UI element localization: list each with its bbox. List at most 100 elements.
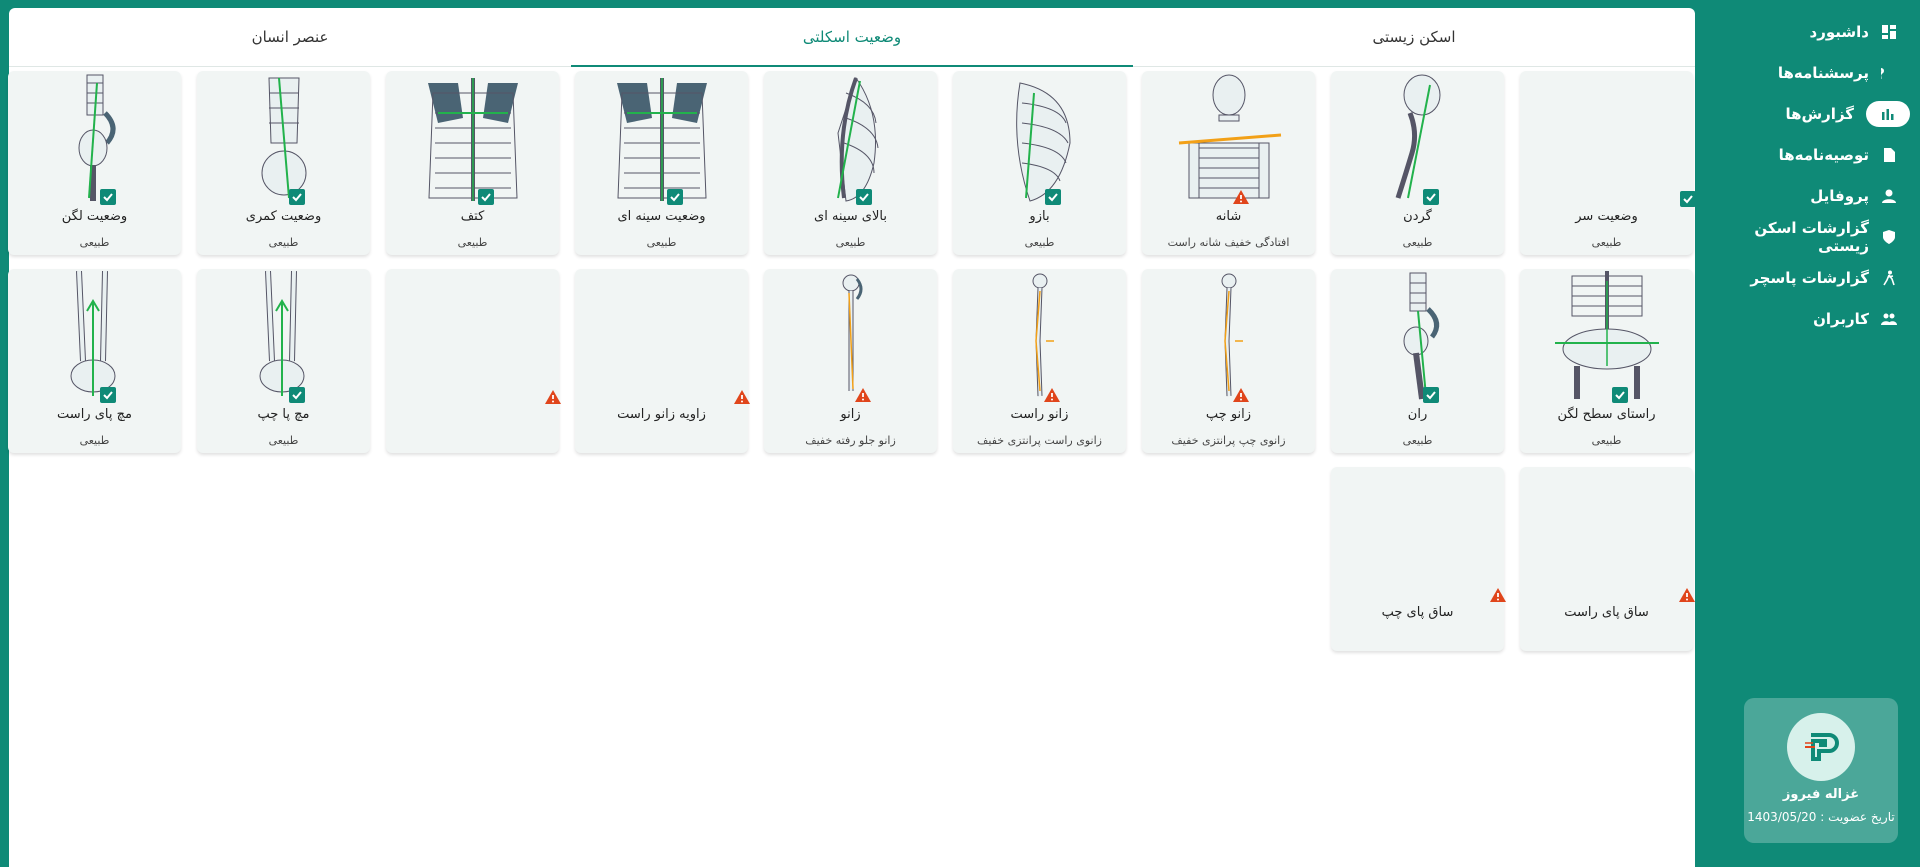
posture-icon bbox=[1881, 270, 1897, 286]
report-card[interactable]: زاویه زانو راست bbox=[575, 269, 751, 453]
skeleton-figure bbox=[816, 73, 886, 207]
report-card[interactable]: وضعیت سینه ای طبیعی bbox=[575, 71, 748, 255]
report-card[interactable]: کتف طبیعی bbox=[386, 71, 559, 255]
card-status: طبیعی bbox=[79, 236, 110, 249]
sidebar-item-label: داشبورد bbox=[1809, 23, 1869, 41]
question-icon: ? bbox=[1881, 65, 1897, 81]
card-title: بازو bbox=[1029, 209, 1050, 224]
avatar bbox=[1787, 713, 1855, 781]
logo-icon bbox=[1805, 733, 1839, 761]
card-title: زانو bbox=[840, 407, 861, 422]
tab-human-element[interactable]: عنصر انسان bbox=[9, 8, 571, 66]
card-title: ساق پای چپ bbox=[1381, 605, 1454, 620]
check-icon bbox=[1680, 191, 1696, 207]
report-card[interactable]: مچ پای راست طبیعی bbox=[8, 269, 181, 453]
main-panel: اسکن زیستی وضعیت اسکلتی عنصر انسان وضعیت… bbox=[8, 8, 1696, 867]
card-title: راستای سطح لگن bbox=[1557, 407, 1656, 422]
sidebar-item-label: پرسشنامه‌ها bbox=[1777, 64, 1869, 82]
sidebar-item-label: گزارشات اسکن زیستی bbox=[1754, 219, 1869, 255]
report-card[interactable]: راستای سطح لگن طبیعی bbox=[1520, 269, 1693, 453]
card-title: ساق پای راست bbox=[1564, 605, 1649, 620]
card-title: زاویه زانو راست bbox=[617, 407, 706, 422]
card-title: گردن bbox=[1403, 209, 1432, 224]
card-title: کتف bbox=[460, 209, 485, 224]
tab-bar: اسکن زیستی وضعیت اسکلتی عنصر انسان bbox=[9, 8, 1695, 67]
card-title: بالای سینه ای bbox=[814, 209, 887, 224]
warning-icon bbox=[1044, 387, 1061, 403]
report-card[interactable]: زانو راست زانوی راست پرانتزی خفیف bbox=[953, 269, 1126, 453]
card-status: طبیعی bbox=[1024, 236, 1055, 249]
sidebar-item-question[interactable]: ? پرسشنامه‌ها bbox=[1715, 54, 1910, 92]
sidebar-item-document[interactable]: توصیه‌نامه‌ها bbox=[1715, 136, 1910, 174]
card-status: افتادگی خفیف شانه راست bbox=[1167, 236, 1290, 249]
report-card[interactable]: مچ پا چپ طبیعی bbox=[197, 269, 370, 453]
report-card[interactable]: وضعیت لگن طبیعی bbox=[8, 71, 181, 255]
sidebar-item-chart[interactable]: گزارش‌ها bbox=[1715, 95, 1910, 133]
card-status: طبیعی bbox=[646, 236, 677, 249]
card-status: طبیعی bbox=[268, 434, 299, 447]
report-card[interactable]: ساق پای راست bbox=[1520, 467, 1696, 651]
skeleton-figure bbox=[413, 73, 533, 207]
skeleton-figure bbox=[65, 270, 125, 405]
card-status: زانو جلو رفته خفیف bbox=[805, 434, 896, 447]
report-card[interactable]: وضعیت کمری طبیعی bbox=[197, 71, 370, 255]
sidebar-item-label: کاربران bbox=[1813, 310, 1869, 328]
report-card[interactable]: شانه افتادگی خفیف شانه راست bbox=[1142, 71, 1315, 255]
check-icon bbox=[856, 189, 872, 205]
report-card[interactable]: بالای سینه ای طبیعی bbox=[764, 71, 937, 255]
person-icon bbox=[1881, 188, 1897, 204]
card-title: زانو راست bbox=[1010, 407, 1069, 422]
card-status: طبیعی bbox=[1402, 236, 1433, 249]
svg-text:?: ? bbox=[1881, 65, 1885, 81]
card-status: طبیعی bbox=[1591, 434, 1622, 447]
chart-icon bbox=[1866, 101, 1910, 127]
card-status: طبیعی bbox=[835, 236, 866, 249]
sidebar-item-dashboard[interactable]: داشبورد bbox=[1715, 13, 1910, 51]
card-status: طبیعی bbox=[1591, 236, 1622, 249]
sidebar-item-label: پروفایل bbox=[1810, 187, 1869, 205]
user-name: غزاله فیروز bbox=[1782, 787, 1860, 802]
card-status: طبیعی bbox=[79, 434, 110, 447]
card-status: زانوی چپ پرانتزی خفیف bbox=[1171, 434, 1286, 447]
report-card[interactable]: وضعیت سر طبیعی bbox=[1520, 71, 1696, 255]
check-icon bbox=[100, 189, 116, 205]
tab-skeletal-status[interactable]: وضعیت اسکلتی bbox=[571, 8, 1133, 67]
sidebar-item-posture[interactable]: گزارشات پاسچر bbox=[1715, 259, 1910, 297]
card-title: ران bbox=[1407, 407, 1428, 422]
sidebar-item-label: گزارش‌ها bbox=[1785, 105, 1854, 123]
sidebar-item-label: گزارشات پاسچر bbox=[1750, 269, 1869, 287]
card-title: وضعیت کمری bbox=[245, 209, 322, 224]
report-card[interactable]: ساق پای چپ bbox=[1331, 467, 1506, 651]
report-card[interactable]: زانو چپ زانوی چپ پرانتزی خفیف bbox=[1142, 269, 1315, 453]
check-icon bbox=[289, 189, 305, 205]
sidebar-item-users[interactable]: کاربران bbox=[1715, 300, 1910, 338]
report-card[interactable] bbox=[386, 269, 562, 453]
warning-icon bbox=[1679, 587, 1696, 603]
check-icon bbox=[289, 387, 305, 403]
warning-icon bbox=[545, 389, 562, 405]
check-icon bbox=[1045, 189, 1061, 205]
report-card[interactable]: گردن طبیعی bbox=[1331, 71, 1504, 255]
card-title: وضعیت سینه ای bbox=[617, 209, 706, 224]
skeleton-figure bbox=[1547, 271, 1667, 405]
dashboard-icon bbox=[1881, 24, 1897, 40]
sidebar-item-person[interactable]: پروفایل bbox=[1715, 177, 1910, 215]
check-icon bbox=[1423, 189, 1439, 205]
skeleton-figure bbox=[254, 270, 314, 405]
card-title: شانه bbox=[1215, 209, 1242, 224]
skeleton-figure bbox=[1169, 73, 1289, 207]
card-title: زانو چپ bbox=[1205, 407, 1252, 422]
users-icon bbox=[1881, 311, 1897, 327]
sidebar-item-shield[interactable]: گزارشات اسکن زیستی bbox=[1715, 218, 1910, 256]
sidebar-item-label: توصیه‌نامه‌ها bbox=[1778, 146, 1869, 164]
skeleton-figure bbox=[1209, 271, 1249, 405]
check-icon bbox=[1423, 387, 1439, 403]
report-grid: وضعیت سر طبیعی گردن طبیعی شانه افتادگی خفیف ش… bbox=[8, 71, 1696, 651]
tab-bio-scan[interactable]: اسکن زیستی bbox=[1133, 8, 1695, 66]
report-card[interactable]: ران طبیعی bbox=[1331, 269, 1504, 453]
card-status: طبیعی bbox=[1402, 434, 1433, 447]
report-card[interactable]: بازو طبیعی bbox=[953, 71, 1126, 255]
report-card[interactable]: زانو زانو جلو رفته خفیف bbox=[764, 269, 937, 453]
skeleton-figure bbox=[65, 73, 125, 207]
warning-icon bbox=[734, 389, 751, 405]
